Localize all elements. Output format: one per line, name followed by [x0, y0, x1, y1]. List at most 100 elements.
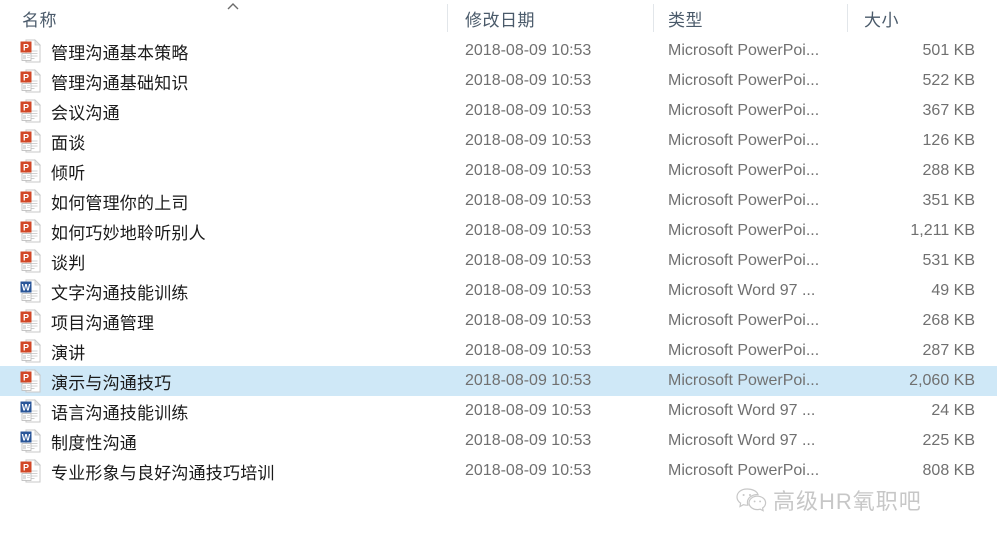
file-size-cell: 24 KB	[931, 402, 975, 419]
file-name-cell[interactable]: W 文字沟通技能训练	[20, 279, 447, 304]
file-date-cell: 2018-08-09 10:53	[465, 132, 592, 149]
file-row[interactable]: P 谈判 2018-08-09 10:53 Microsoft PowerPoi...…	[0, 246, 997, 276]
svg-text:W: W	[22, 432, 31, 442]
powerpoint-file-icon: P	[20, 39, 42, 63]
file-row[interactable]: W 文字沟通技能训练 2018-08-09 10:53 Microsoft Word …	[0, 276, 997, 306]
file-row[interactable]: P 专业形象与良好沟通技巧培训 2018-08-09 10:53 Microsoft …	[0, 456, 997, 486]
file-name-label: 会议沟通	[51, 103, 120, 123]
file-name-label: 专业形象与良好沟通技巧培训	[51, 463, 275, 483]
file-name-label: 文字沟通技能训练	[51, 283, 189, 303]
file-size-cell: 1,211 KB	[910, 222, 975, 239]
powerpoint-file-icon: P	[20, 309, 42, 333]
file-name-label: 演讲	[51, 343, 86, 363]
powerpoint-file-icon: P	[20, 369, 42, 393]
word-file-icon: W	[20, 399, 42, 423]
file-name-cell[interactable]: P 面谈	[20, 129, 447, 154]
file-date-cell: 2018-08-09 10:53	[465, 402, 592, 419]
file-name-cell[interactable]: P 如何巧妙地聆听别人	[20, 219, 447, 244]
column-divider-3[interactable]	[847, 4, 848, 32]
file-row[interactable]: P 会议沟通 2018-08-09 10:53 Microsoft PowerPoi.…	[0, 96, 997, 126]
file-name-cell[interactable]: P 项目沟通管理	[20, 309, 447, 334]
file-row[interactable]: P 如何管理你的上司 2018-08-09 10:53 Microsoft Power…	[0, 186, 997, 216]
file-row[interactable]: P 演示与沟通技巧 2018-08-09 10:53 Microsoft PowerP…	[0, 366, 997, 396]
column-header-name[interactable]: 名称	[22, 0, 447, 36]
file-name-label: 管理沟通基础知识	[51, 73, 189, 93]
file-name-label: 项目沟通管理	[51, 313, 155, 333]
file-row[interactable]: P 如何巧妙地聆听别人 2018-08-09 10:53 Microsoft Powe…	[0, 216, 997, 246]
column-divider-2[interactable]	[653, 4, 654, 32]
file-name-label: 如何管理你的上司	[51, 193, 189, 213]
file-size-cell: 287 KB	[922, 342, 975, 359]
svg-text:P: P	[23, 42, 29, 52]
column-header-date-label: 修改日期	[465, 10, 535, 30]
file-date-cell: 2018-08-09 10:53	[465, 252, 592, 269]
file-name-label: 如何巧妙地聆听别人	[51, 223, 206, 243]
file-size-cell: 268 KB	[922, 312, 975, 329]
svg-text:P: P	[23, 222, 29, 232]
file-name-label: 演示与沟通技巧	[51, 373, 172, 393]
file-row[interactable]: P 管理沟通基础知识 2018-08-09 10:53 Microsoft Power…	[0, 66, 997, 96]
file-row[interactable]: P 演讲 2018-08-09 10:53 Microsoft PowerPoi...…	[0, 336, 997, 366]
svg-text:W: W	[22, 402, 31, 412]
watermark: 高级HR氧职吧	[735, 484, 922, 516]
svg-text:P: P	[23, 252, 29, 262]
file-row[interactable]: P 管理沟通基本策略 2018-08-09 10:53 Microsoft Power…	[0, 36, 997, 66]
file-date-cell: 2018-08-09 10:53	[465, 282, 592, 299]
svg-text:P: P	[23, 342, 29, 352]
file-size-cell: 522 KB	[922, 72, 975, 89]
file-name-cell[interactable]: P 倾听	[20, 159, 447, 184]
file-date-cell: 2018-08-09 10:53	[465, 102, 592, 119]
file-name-cell[interactable]: W 制度性沟通	[20, 429, 447, 454]
svg-text:P: P	[23, 132, 29, 142]
svg-text:P: P	[23, 312, 29, 322]
powerpoint-file-icon: P	[20, 339, 42, 363]
powerpoint-file-icon: P	[20, 249, 42, 273]
file-name-cell[interactable]: P 管理沟通基本策略	[20, 39, 447, 64]
file-name-cell[interactable]: P 演示与沟通技巧	[20, 369, 447, 394]
file-row[interactable]: P 倾听 2018-08-09 10:53 Microsoft PowerPoi...…	[0, 156, 997, 186]
file-name-cell[interactable]: P 专业形象与良好沟通技巧培训	[20, 459, 447, 484]
file-row[interactable]: W 制度性沟通 2018-08-09 10:53 Microsoft Word 97 …	[0, 426, 997, 456]
file-size-cell: 2,060 KB	[909, 372, 975, 389]
word-file-icon: W	[20, 279, 42, 303]
file-name-cell[interactable]: W 语言沟通技能训练	[20, 399, 447, 424]
file-name-cell[interactable]: P 如何管理你的上司	[20, 189, 447, 214]
column-header-type[interactable]: 类型	[668, 0, 847, 36]
file-date-cell: 2018-08-09 10:53	[465, 42, 592, 59]
powerpoint-file-icon: P	[20, 189, 42, 213]
file-name-label: 谈判	[51, 253, 86, 273]
file-name-cell[interactable]: P 演讲	[20, 339, 447, 364]
word-file-icon: W	[20, 429, 42, 453]
file-date-cell: 2018-08-09 10:53	[465, 462, 592, 479]
file-date-cell: 2018-08-09 10:53	[465, 72, 592, 89]
file-explorer-details-view: 名称 修改日期 类型 大小 P 管理沟通基本策略 2018-08-09 10:53 M…	[0, 0, 997, 542]
file-size-cell: 351 KB	[922, 192, 975, 209]
file-row[interactable]: W 语言沟通技能训练 2018-08-09 10:53 Microsoft Word …	[0, 396, 997, 426]
file-name-label: 制度性沟通	[51, 433, 137, 453]
file-name-label: 面谈	[51, 133, 86, 153]
file-row[interactable]: P 面谈 2018-08-09 10:53 Microsoft PowerPoi...…	[0, 126, 997, 156]
svg-text:P: P	[23, 372, 29, 382]
file-size-cell: 501 KB	[922, 42, 975, 59]
file-date-cell: 2018-08-09 10:53	[465, 432, 592, 449]
file-date-cell: 2018-08-09 10:53	[465, 192, 592, 209]
file-name-cell[interactable]: P 管理沟通基础知识	[20, 69, 447, 94]
file-name-cell[interactable]: P 谈判	[20, 249, 447, 274]
column-header-date-modified[interactable]: 修改日期	[465, 0, 653, 36]
wechat-icon	[735, 486, 769, 514]
file-row[interactable]: P 项目沟通管理 2018-08-09 10:53 Microsoft PowerPo…	[0, 306, 997, 336]
watermark-text: 高级HR氧职吧	[773, 489, 922, 514]
powerpoint-file-icon: P	[20, 219, 42, 243]
file-size-cell: 126 KB	[922, 132, 975, 149]
column-header-name-label: 名称	[22, 10, 57, 30]
file-name-label: 语言沟通技能训练	[51, 403, 189, 423]
file-date-cell: 2018-08-09 10:53	[465, 312, 592, 329]
file-size-cell: 367 KB	[922, 102, 975, 119]
column-header-size[interactable]: 大小	[864, 0, 997, 36]
column-divider-1[interactable]	[447, 4, 448, 32]
column-header-type-label: 类型	[668, 10, 703, 30]
file-size-cell: 288 KB	[922, 162, 975, 179]
svg-text:P: P	[23, 462, 29, 472]
file-name-cell[interactable]: P 会议沟通	[20, 99, 447, 124]
svg-text:W: W	[22, 282, 31, 292]
